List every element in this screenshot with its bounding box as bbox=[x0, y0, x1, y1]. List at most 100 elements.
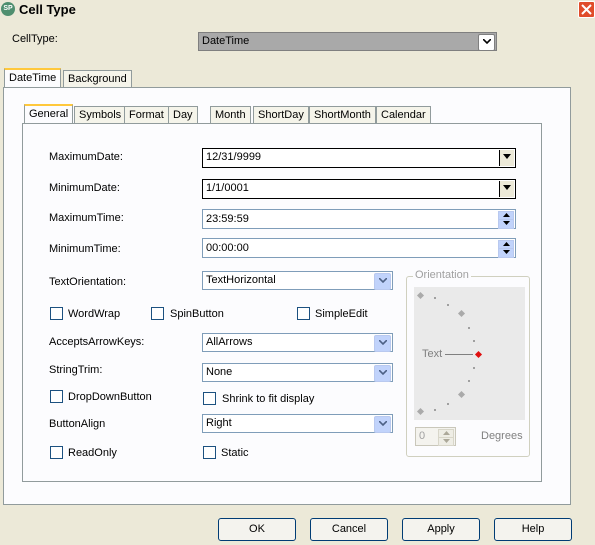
celltype-select[interactable]: DateTime bbox=[198, 32, 497, 51]
chevron-down-icon[interactable] bbox=[374, 335, 391, 352]
shrink-to-fit-checkbox[interactable] bbox=[203, 392, 216, 405]
help-button[interactable]: Help bbox=[494, 518, 572, 541]
orientation-tick bbox=[447, 304, 449, 306]
tab-datetime[interactable]: DateTime bbox=[4, 68, 62, 88]
orientation-pointer-line bbox=[445, 354, 473, 355]
static-checkbox[interactable] bbox=[203, 446, 216, 459]
maximum-time-label: MaximumTime: bbox=[49, 212, 124, 224]
degrees-label: Degrees bbox=[481, 430, 523, 442]
text-orientation-label: TextOrientation: bbox=[49, 276, 127, 288]
spin-down-icon[interactable] bbox=[438, 437, 454, 446]
tab-general[interactable]: General bbox=[24, 104, 74, 124]
tab-shortday-label: ShortDay bbox=[258, 109, 304, 121]
read-only-checkbox[interactable] bbox=[50, 446, 63, 459]
tab-datetime-label: DateTime bbox=[9, 72, 57, 84]
minimum-date-label: MinimumDate: bbox=[49, 182, 120, 194]
spin-button-label: SpinButton bbox=[170, 308, 224, 320]
word-wrap-label: WordWrap bbox=[68, 308, 121, 320]
apply-button[interactable]: Apply bbox=[402, 518, 480, 541]
word-wrap-checkbox[interactable] bbox=[50, 307, 63, 320]
simple-edit-label: SimpleEdit bbox=[315, 308, 368, 320]
chevron-down-icon[interactable] bbox=[499, 181, 514, 197]
minimum-time-value: 00:00:00 bbox=[206, 242, 249, 254]
window-title: Cell Type bbox=[19, 2, 76, 17]
drop-down-button-checkbox[interactable] bbox=[50, 390, 63, 403]
maximum-date-value: 12/31/9999 bbox=[206, 151, 262, 163]
cancel-button[interactable]: Cancel bbox=[310, 518, 388, 541]
minimum-time-input[interactable]: 00:00:00 bbox=[202, 238, 516, 258]
simple-edit-checkbox[interactable] bbox=[297, 307, 310, 320]
tab-symbols[interactable]: Symbols bbox=[74, 106, 127, 124]
tab-shortmonth[interactable]: ShortMonth bbox=[309, 106, 376, 124]
orientation-marker[interactable] bbox=[416, 291, 425, 300]
chevron-down-icon[interactable] bbox=[374, 365, 391, 382]
tab-month[interactable]: Month bbox=[210, 106, 251, 124]
app-icon: SP bbox=[1, 2, 15, 16]
celltype-value: DateTime bbox=[202, 35, 250, 47]
tab-calendar[interactable]: Calendar bbox=[376, 106, 431, 124]
tab-day-label: Day bbox=[173, 109, 193, 121]
close-button[interactable] bbox=[578, 1, 595, 18]
tab-shortday[interactable]: ShortDay bbox=[253, 106, 309, 124]
orientation-tick bbox=[468, 327, 470, 329]
orientation-tick bbox=[468, 380, 470, 382]
orientation-marker[interactable] bbox=[457, 390, 466, 399]
accepts-arrow-keys-value: AllArrows bbox=[206, 336, 253, 348]
tab-day[interactable]: Day bbox=[168, 106, 198, 124]
degrees-value: 0 bbox=[419, 430, 426, 442]
maximum-date-label: MaximumDate: bbox=[49, 151, 123, 163]
tab-calendar-label: Calendar bbox=[381, 109, 426, 121]
orientation-tick bbox=[447, 403, 449, 405]
accepts-arrow-keys-label: AcceptsArrowKeys: bbox=[49, 336, 145, 348]
maximum-time-input[interactable]: 23:59:59 bbox=[202, 209, 516, 229]
button-align-select[interactable]: Right bbox=[202, 414, 393, 433]
title-bar: SP Cell Type bbox=[0, 0, 595, 20]
celltype-label: CellType: bbox=[12, 33, 58, 45]
tab-month-label: Month bbox=[215, 109, 246, 121]
orientation-tick bbox=[434, 409, 436, 411]
spin-down-icon[interactable] bbox=[498, 219, 514, 229]
minimum-date-picker[interactable]: 1/1/0001 bbox=[202, 179, 516, 199]
string-trim-value: None bbox=[206, 366, 233, 378]
orientation-handle[interactable] bbox=[474, 350, 483, 359]
orientation-marker[interactable] bbox=[457, 309, 466, 318]
chevron-down-icon[interactable] bbox=[499, 150, 514, 166]
read-only-label: ReadOnly bbox=[68, 447, 117, 459]
degrees-input[interactable]: 0 bbox=[415, 427, 456, 446]
maximum-time-value: 23:59:59 bbox=[206, 213, 249, 225]
tab-background-label: Background bbox=[68, 73, 127, 85]
maximum-date-picker[interactable]: 12/31/9999 bbox=[202, 148, 516, 168]
minimum-time-label: MinimumTime: bbox=[49, 243, 121, 255]
string-trim-label: StringTrim: bbox=[49, 364, 103, 376]
orientation-marker[interactable] bbox=[416, 407, 425, 416]
minimum-date-value: 1/1/0001 bbox=[206, 182, 249, 194]
text-orientation-value: TextHorizontal bbox=[206, 274, 276, 286]
spin-down-icon[interactable] bbox=[498, 248, 514, 258]
text-orientation-select[interactable]: TextHorizontal bbox=[202, 271, 393, 290]
orientation-tick bbox=[434, 297, 436, 299]
chevron-down-icon[interactable] bbox=[478, 34, 495, 51]
orientation-group-title: Orientation bbox=[413, 269, 471, 281]
orientation-dial[interactable]: Text bbox=[414, 287, 525, 420]
button-align-value: Right bbox=[206, 417, 232, 429]
button-align-label: ButtonAlign bbox=[49, 418, 106, 430]
tab-background[interactable]: Background bbox=[63, 70, 132, 88]
shrink-to-fit-label: Shrink to fit display bbox=[222, 393, 315, 405]
close-icon bbox=[581, 4, 592, 15]
string-trim-select[interactable]: None bbox=[202, 363, 393, 382]
tab-format-label: Format bbox=[129, 109, 164, 121]
tab-shortmonth-label: ShortMonth bbox=[314, 109, 371, 121]
tab-general-label: General bbox=[29, 108, 69, 120]
chevron-down-icon[interactable] bbox=[374, 273, 391, 290]
spin-button-checkbox[interactable] bbox=[151, 307, 164, 320]
orientation-tick bbox=[473, 340, 475, 342]
tab-format[interactable]: Format bbox=[124, 106, 169, 124]
orientation-tick bbox=[473, 367, 475, 369]
tab-symbols-label: Symbols bbox=[79, 109, 122, 121]
orientation-text-label: Text bbox=[422, 348, 443, 360]
chevron-down-icon[interactable] bbox=[374, 416, 391, 433]
accepts-arrow-keys-select[interactable]: AllArrows bbox=[202, 333, 393, 352]
ok-button[interactable]: OK bbox=[218, 518, 296, 541]
static-label: Static bbox=[221, 447, 249, 459]
drop-down-button-label: DropDownButton bbox=[68, 391, 152, 403]
